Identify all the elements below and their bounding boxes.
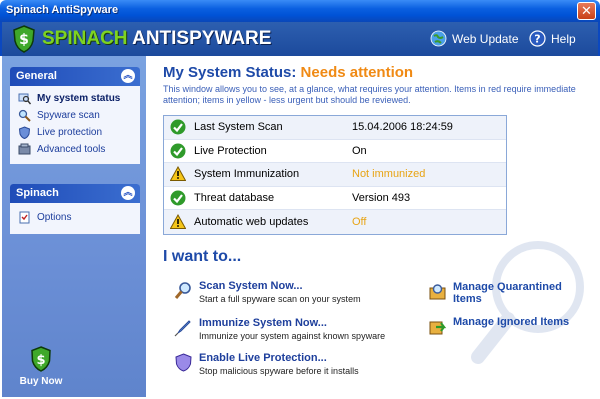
- status-row-web-updates: Automatic web updates Off: [164, 210, 506, 234]
- status-label: Threat database: [194, 192, 275, 205]
- collapse-chevron-icon[interactable]: ︽: [121, 69, 135, 83]
- status-value: On: [352, 144, 367, 157]
- general-panel-title: General: [16, 70, 57, 82]
- status-row-last-scan: Last System Scan 15.04.2006 18:24:59: [164, 116, 506, 140]
- status-value: Version 493: [352, 192, 411, 205]
- web-update-link[interactable]: Web Update: [430, 30, 519, 47]
- svg-text:?: ?: [534, 33, 540, 46]
- check-ok-icon: [170, 119, 186, 135]
- spinach-shield-icon: $: [31, 346, 51, 372]
- status-row-immunization: System Immunization Not immunized: [164, 163, 506, 187]
- i-want-to-heading: I want to...: [163, 248, 242, 265]
- status-value[interactable]: Not immunized: [352, 168, 425, 180]
- enable-live-protection-action[interactable]: Enable Live Protection... Stop malicious…: [174, 352, 359, 376]
- help-link[interactable]: ? Help: [529, 30, 576, 47]
- buy-now-button[interactable]: $ Buy Now: [16, 346, 66, 387]
- brand-part2: ANTISPYWARE: [132, 28, 272, 49]
- action-title: Manage Quarantined Items: [453, 281, 562, 305]
- brand-name: SPINACH ANTISPYWARE: [42, 28, 271, 50]
- sidebar-item-options[interactable]: Options: [18, 209, 140, 226]
- title-bar: Spinach AntiSpyware ✕: [0, 0, 600, 22]
- status-table: Last System Scan 15.04.2006 18:24:59 Liv…: [163, 115, 507, 235]
- sidebar: General ︽ My system status Spyware scan: [2, 56, 146, 397]
- sidebar-item-live-protection[interactable]: Live protection: [18, 124, 140, 141]
- manage-ignored-items-action[interactable]: Manage Ignored Items: [428, 316, 569, 336]
- manage-quarantined-items-action[interactable]: Manage Quarantined Items: [428, 281, 583, 305]
- shield-icon: [175, 353, 192, 372]
- status-value[interactable]: Off: [352, 216, 366, 228]
- spinach-panel: Spinach ︽ Options: [10, 184, 140, 234]
- status-label: Live Protection: [194, 144, 267, 157]
- sidebar-item-label: My system status: [37, 93, 121, 104]
- svg-text:$: $: [36, 353, 45, 368]
- action-title: Enable Live Protection...: [199, 352, 327, 364]
- status-label: Automatic web updates: [194, 216, 309, 229]
- window-title: Spinach AntiSpyware: [6, 4, 119, 16]
- scan-system-now-action[interactable]: Scan System Now... Start a full spyware …: [174, 280, 361, 304]
- magnifier-icon: [18, 109, 31, 122]
- page-title: My System Status: Needs attention: [163, 64, 413, 81]
- sidebar-item-label: Spyware scan: [37, 110, 100, 121]
- status-text: Needs attention: [300, 64, 414, 81]
- app-header: $ SPINACH ANTISPYWARE Web Update ? Help: [0, 22, 600, 56]
- immunize-system-now-action[interactable]: Immunize System Now... Immunize your sys…: [174, 317, 385, 341]
- page-title-prefix: My System Status:: [163, 64, 297, 81]
- sidebar-item-advanced-tools[interactable]: Advanced tools: [18, 141, 140, 158]
- sidebar-item-spyware-scan[interactable]: Spyware scan: [18, 107, 140, 124]
- sidebar-item-label: Live protection: [37, 127, 103, 138]
- status-row-threat-database: Threat database Version 493: [164, 187, 506, 211]
- status-label: Last System Scan: [194, 121, 283, 134]
- action-description: Stop malicious spyware before it install…: [199, 366, 359, 376]
- status-label: System Immunization: [194, 168, 300, 181]
- monitor-magnifier-icon: [18, 93, 31, 105]
- warning-icon: [170, 166, 186, 182]
- syringe-icon: [174, 320, 191, 337]
- brand-part1: SPINACH: [42, 28, 128, 49]
- check-ok-icon: [170, 190, 186, 206]
- check-ok-icon: [170, 143, 186, 159]
- action-title: Immunize System Now...: [199, 317, 327, 329]
- help-icon: ?: [529, 30, 546, 47]
- general-panel-header[interactable]: General ︽: [10, 67, 140, 86]
- action-title: Manage Ignored Items: [453, 316, 570, 328]
- status-description: This window allows you to see, at a glan…: [163, 84, 576, 105]
- tools-icon: [18, 143, 31, 155]
- sidebar-item-my-system-status[interactable]: My system status: [18, 90, 140, 107]
- main-panel: My System Status: Needs attention This w…: [146, 56, 598, 397]
- ignore-arrow-icon: [429, 321, 447, 335]
- spinach-shield-logo-icon: $: [13, 25, 35, 53]
- collapse-chevron-icon[interactable]: ︽: [121, 186, 135, 200]
- sidebar-item-label: Advanced tools: [37, 144, 106, 155]
- svg-text:$: $: [19, 32, 29, 48]
- buy-now-label: Buy Now: [19, 376, 63, 387]
- action-description: Immunize your system against known spywa…: [199, 331, 386, 341]
- globe-icon: [430, 30, 447, 47]
- help-label: Help: [551, 31, 576, 46]
- warning-icon: [170, 214, 186, 230]
- magnifier-icon: [174, 282, 191, 299]
- quarantine-box-icon: [429, 284, 446, 300]
- spinach-panel-title: Spinach: [16, 187, 59, 199]
- shield-icon: [18, 126, 31, 139]
- action-description: Start a full spyware scan on your system: [199, 294, 361, 304]
- close-button[interactable]: ✕: [577, 2, 596, 20]
- status-value: 15.04.2006 18:24:59: [352, 121, 453, 134]
- action-title: Scan System Now...: [199, 280, 303, 292]
- checklist-icon: [19, 211, 30, 224]
- web-update-label: Web Update: [452, 31, 519, 46]
- general-panel: General ︽ My system status Spyware scan: [10, 67, 140, 164]
- status-row-live-protection: Live Protection On: [164, 140, 506, 164]
- spinach-panel-header[interactable]: Spinach ︽: [10, 184, 140, 203]
- sidebar-item-label: Options: [37, 212, 72, 223]
